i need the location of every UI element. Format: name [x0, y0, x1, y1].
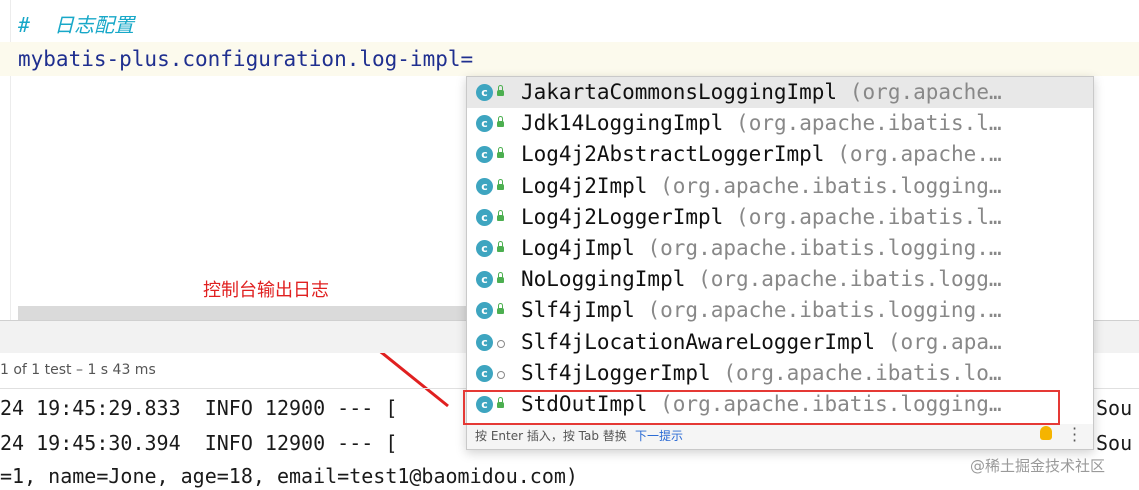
class-icon: c: [476, 84, 493, 101]
completion-item[interactable]: c Slf4jLoggerImpl (org.apache.ibatis.lo…: [467, 358, 1093, 389]
completion-item-package: (org.apache.ibatis.logging…: [660, 173, 1002, 198]
lightbulb-icon[interactable]: [1040, 426, 1052, 440]
current-line[interactable]: mybatis-plus.configuration.log-impl=: [0, 42, 1139, 76]
completion-item-package: (org.apache.ibatis.logging.…: [647, 298, 1002, 323]
highlight-annotation-box: [463, 390, 1060, 425]
public-lock-icon: [497, 240, 504, 252]
class-icon: c: [476, 208, 493, 226]
class-icon: c: [476, 115, 493, 133]
next-tip-link[interactable]: 下一提示: [635, 424, 683, 449]
code-text[interactable]: mybatis-plus.configuration.log-impl=: [18, 42, 473, 76]
completion-item[interactable]: c Slf4jImpl (org.apache.ibatis.logging.…: [467, 295, 1093, 326]
completion-item[interactable]: c Jdk14LoggingImpl (org.apache.ibatis.l…: [467, 108, 1093, 139]
class-icon: c: [476, 177, 493, 195]
public-lock-icon: [497, 178, 504, 190]
watermark: @稀土掘金技术社区: [970, 457, 1106, 475]
public-lock-icon: [497, 303, 504, 315]
log-line: 24 19:45:30.394 INFO 12900 --- [: [0, 431, 398, 455]
public-lock-icon: [497, 209, 504, 221]
completion-item-name: Log4j2Impl: [521, 173, 648, 198]
class-icon: c: [476, 239, 493, 257]
public-lock-icon: [497, 85, 504, 96]
completion-item-package: (org.apa…: [887, 329, 1002, 354]
completion-item-name: Slf4jImpl: [521, 298, 635, 323]
public-lock-icon: [497, 147, 504, 159]
log-line: 24 19:45:29.833 INFO 12900 --- [: [0, 396, 398, 420]
completion-item[interactable]: c Log4j2AbstractLoggerImpl (org.apache.…: [467, 139, 1093, 170]
completion-item[interactable]: c Log4jImpl (org.apache.ibatis.logging.…: [467, 233, 1093, 264]
completion-item[interactable]: c NoLoggingImpl (org.apache.ibatis.logg…: [467, 264, 1093, 295]
completion-item-package: (org.apache.ibatis.lo…: [723, 360, 1002, 385]
completion-footer: 按 Enter 插入，按 Tab 替换 下一提示: [467, 424, 1093, 449]
class-icon: c: [476, 146, 493, 164]
completion-item-name: Slf4jLoggerImpl: [521, 360, 711, 385]
completion-item-package: (org.apache.ibatis.l…: [736, 204, 1002, 229]
log-line: =1, name=Jone, age=18, email=test1@baomi…: [0, 464, 578, 488]
completion-item-name: Log4jImpl: [521, 235, 635, 260]
package-visibility-icon: [497, 339, 505, 348]
completion-item-name: NoLoggingImpl: [521, 267, 686, 292]
completion-item-name: Log4j2AbstractLoggerImpl: [521, 142, 825, 167]
completion-item-package: (org.apache.ibatis.logg…: [698, 267, 1002, 292]
public-lock-icon: [497, 116, 504, 128]
completion-item-package: (org.apache…: [849, 80, 1002, 104]
more-options-icon[interactable]: · · ·: [1072, 421, 1077, 449]
class-icon: c: [476, 271, 493, 289]
completion-item-name: Slf4jLocationAwareLoggerImpl: [521, 329, 876, 354]
completion-item-name: JakartaCommonsLoggingImpl: [521, 80, 838, 104]
completion-item-package: (org.apache.ibatis.l…: [736, 111, 1002, 136]
public-lock-icon: [497, 272, 504, 284]
class-icon: c: [476, 302, 493, 320]
footer-hint: 按 Enter 插入，按 Tab 替换: [475, 429, 627, 443]
completion-item[interactable]: c JakartaCommonsLoggingImpl (org.apache…: [467, 77, 1093, 109]
completion-item-name: Jdk14LoggingImpl: [521, 111, 724, 136]
completion-item[interactable]: c Log4j2Impl (org.apache.ibatis.logging…: [467, 171, 1093, 202]
completion-item-name: Log4j2LoggerImpl: [521, 204, 724, 229]
class-icon: c: [476, 333, 493, 351]
log-line-tail: Sou: [1096, 396, 1133, 420]
test-status: 1 of 1 test – 1 s 43 ms: [0, 362, 156, 378]
log-line-tail: Sou: [1096, 431, 1133, 455]
completion-item[interactable]: c Log4j2LoggerImpl (org.apache.ibatis.l…: [467, 202, 1093, 233]
package-visibility-icon: [497, 370, 505, 379]
comment-line: # 日志配置: [18, 13, 135, 37]
class-icon: c: [476, 364, 493, 382]
annotation-label: 控制台输出日志: [203, 280, 329, 301]
completion-item-package: (org.apache.…: [837, 142, 1002, 167]
completion-item-package: (org.apache.ibatis.logging.…: [647, 235, 1002, 260]
completion-item[interactable]: c Slf4jLocationAwareLoggerImpl (org.apa…: [467, 327, 1093, 358]
